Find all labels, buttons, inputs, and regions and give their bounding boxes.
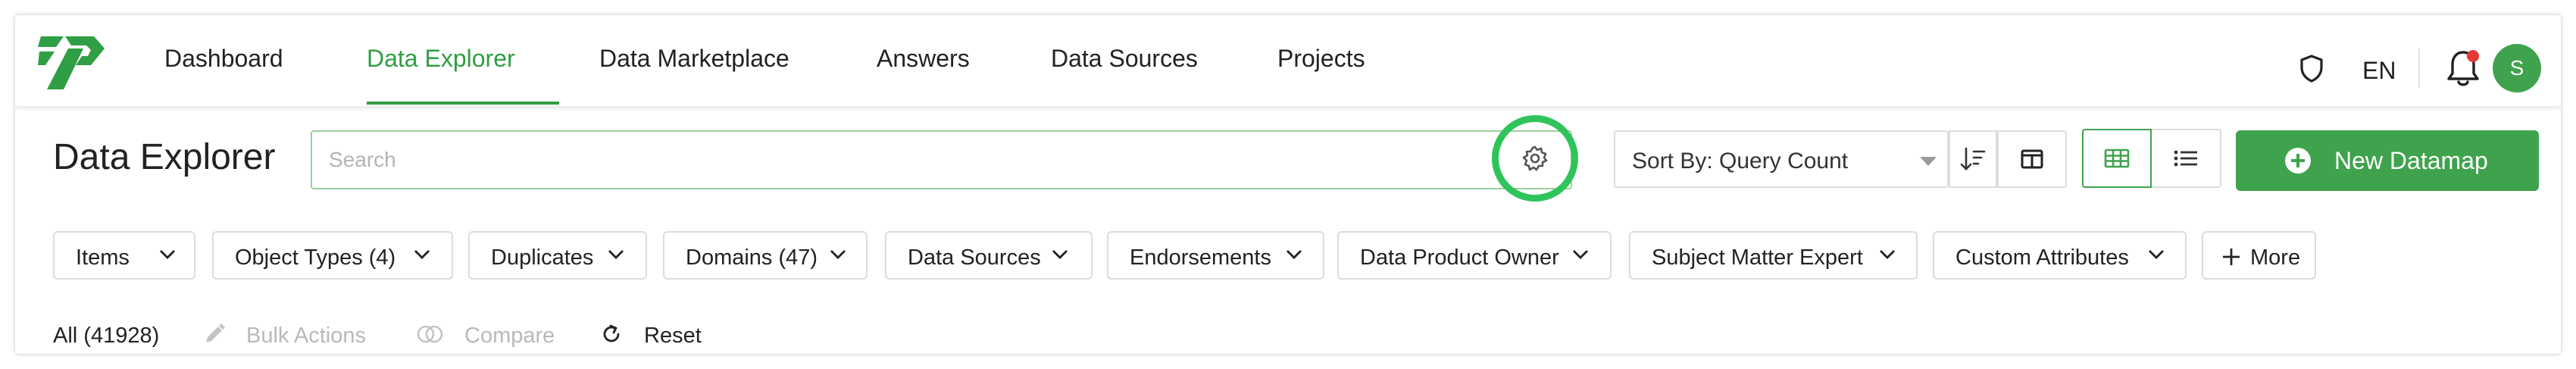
- sort-descending-icon: [1960, 147, 1986, 170]
- nav-data-sources[interactable]: Data Sources: [1051, 15, 1198, 106]
- filter-label: Items: [76, 245, 130, 270]
- chevron-down-icon: [830, 250, 846, 259]
- nav-divider: [2418, 48, 2420, 88]
- compare-icon: [417, 325, 443, 343]
- sort-label: Sort By: Query Count: [1632, 149, 1849, 174]
- plus-icon: [2223, 249, 2240, 265]
- filter-data-product-owner[interactable]: Data Product Owner: [1337, 231, 1612, 280]
- filter-label: Domains (47): [686, 245, 818, 270]
- columns-icon: [2021, 149, 2043, 169]
- sort-dropdown[interactable]: Sort By: Query Count: [1614, 130, 1949, 188]
- search-box: [311, 130, 1572, 189]
- more-filters-button[interactable]: More: [2202, 231, 2316, 280]
- filter-label: Data Sources: [908, 245, 1041, 270]
- chevron-down-icon: [1052, 250, 1068, 259]
- filter-label: Data Product Owner: [1360, 245, 1559, 270]
- filter-label: Object Types (4): [235, 245, 396, 270]
- nav-data-explorer[interactable]: Data Explorer: [367, 15, 515, 106]
- filter-subject-matter-expert[interactable]: Subject Matter Expert: [1629, 231, 1918, 280]
- shield-icon[interactable]: [2299, 54, 2324, 83]
- chevron-down-icon: [2149, 250, 2164, 259]
- chevron-down-icon: [414, 250, 430, 259]
- top-navigation: Dashboard Data Explorer Data Marketplace…: [15, 15, 2561, 106]
- filter-label: Subject Matter Expert: [1652, 245, 1863, 270]
- new-datamap-button[interactable]: New Datamap: [2236, 130, 2539, 191]
- new-datamap-label: New Datamap: [2334, 147, 2488, 174]
- gear-icon[interactable]: [1521, 145, 1549, 172]
- filter-object-types[interactable]: Object Types (4): [212, 231, 453, 280]
- filter-label: Custom Attributes: [1955, 245, 2129, 270]
- filter-data-sources[interactable]: Data Sources: [885, 231, 1093, 280]
- list-view-toggle[interactable]: [2152, 129, 2221, 188]
- page-title: Data Explorer: [53, 137, 276, 177]
- search-input[interactable]: [329, 132, 1465, 188]
- chevron-down-icon: [1573, 250, 1588, 259]
- all-count[interactable]: All (41928): [53, 324, 159, 349]
- nav-projects[interactable]: Projects: [1277, 15, 1365, 106]
- avatar[interactable]: S: [2493, 44, 2541, 92]
- list-icon: [2174, 150, 2197, 167]
- column-layout-button[interactable]: [1997, 130, 2067, 188]
- compare-button[interactable]: Compare: [464, 324, 555, 349]
- chevron-down-icon: [1880, 250, 1895, 259]
- filter-label: Duplicates: [491, 245, 594, 270]
- nav-answers[interactable]: Answers: [877, 15, 970, 106]
- app-window: Dashboard Data Explorer Data Marketplace…: [15, 15, 2561, 354]
- filter-duplicates[interactable]: Duplicates: [468, 231, 647, 280]
- reset-icon: [603, 324, 620, 342]
- sort-direction-button[interactable]: [1949, 130, 1997, 188]
- language-selector[interactable]: EN: [2362, 57, 2396, 85]
- reset-button[interactable]: Reset: [644, 324, 702, 349]
- filter-items[interactable]: Items: [53, 231, 195, 280]
- filter-domains[interactable]: Domains (47): [663, 231, 868, 280]
- chevron-down-icon: [608, 250, 624, 259]
- chevron-down-icon: [160, 250, 175, 259]
- plus-circle-icon: [2285, 148, 2311, 174]
- more-label: More: [2250, 245, 2301, 270]
- filter-endorsements[interactable]: Endorsements: [1107, 231, 1324, 280]
- chevron-down-icon: [1286, 250, 1302, 259]
- nav-data-marketplace[interactable]: Data Marketplace: [599, 15, 789, 106]
- nav-dashboard[interactable]: Dashboard: [164, 15, 283, 106]
- bulk-actions-button[interactable]: Bulk Actions: [246, 324, 366, 349]
- pencil-icon: [206, 324, 225, 342]
- grid-view-toggle[interactable]: [2082, 129, 2152, 188]
- logo[interactable]: [38, 32, 108, 92]
- table-grid-icon: [2104, 149, 2130, 168]
- filter-custom-attributes[interactable]: Custom Attributes: [1933, 231, 2187, 280]
- caret-down-icon: [1920, 157, 1937, 166]
- filter-label: Endorsements: [1130, 245, 1271, 270]
- notification-badge: [2467, 50, 2479, 62]
- active-tab-indicator: [367, 102, 559, 105]
